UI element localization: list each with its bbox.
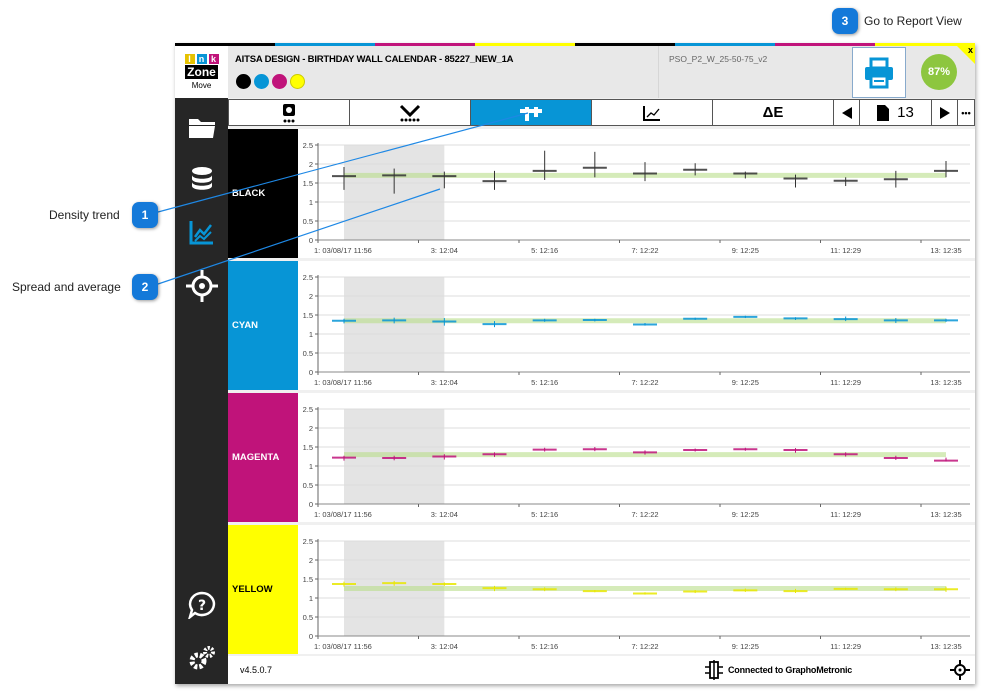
callout-badge-1: 1 <box>132 202 158 228</box>
callout-label-2: Spread and average <box>12 280 121 294</box>
callout-label-1: Density trend <box>49 208 120 222</box>
callout-line-2 <box>157 188 441 285</box>
callout-line-1 <box>157 112 529 213</box>
callout-badge-3: 3 <box>832 8 858 34</box>
callout-lines <box>157 112 529 285</box>
callout-label-3: Go to Report View <box>864 14 962 28</box>
callout-badge-2: 2 <box>132 274 158 300</box>
